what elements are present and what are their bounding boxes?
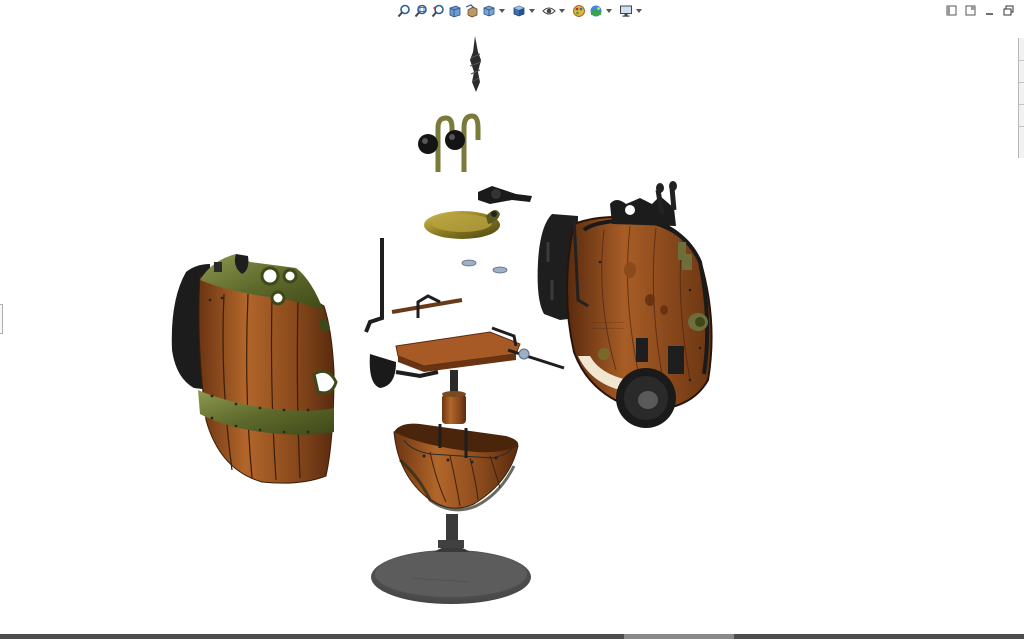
- section-view-icon[interactable]: [447, 3, 463, 19]
- svg-text:~~~~~~~~~~~~~~: ~~~~~~~~~~~~~~: [592, 320, 625, 325]
- edit-appearance-icon[interactable]: [571, 3, 587, 19]
- view-orientation-icon[interactable]: [481, 3, 497, 19]
- lower-hull[interactable]: [393, 423, 519, 512]
- hide-show-items-icon[interactable]: [541, 3, 557, 19]
- view-settings-dropdown-icon[interactable]: [635, 3, 642, 19]
- drill-bit[interactable]: [469, 36, 482, 92]
- zoom-to-area-icon[interactable]: [413, 3, 429, 19]
- washers[interactable]: [461, 259, 508, 274]
- zoom-to-fit-icon[interactable]: [396, 3, 412, 19]
- tile-window-icon[interactable]: [964, 4, 976, 16]
- display-style-icon[interactable]: [511, 3, 527, 19]
- left-hull-shell[interactable]: [171, 254, 338, 484]
- hatch-cover[interactable]: [424, 209, 500, 239]
- heads-up-view-toolbar: [396, 2, 642, 20]
- hide-show-items-dropdown-icon[interactable]: [558, 3, 565, 19]
- handle-pair[interactable]: [418, 113, 481, 172]
- control-rod[interactable]: [364, 238, 384, 333]
- previous-view-icon[interactable]: [430, 3, 446, 19]
- right-hull-shell[interactable]: ~~~~~~~~~~~~~~ ~~~~~~~~~~~~~~: [537, 181, 713, 428]
- restore-pane-icon[interactable]: [945, 4, 957, 16]
- seat-assembly[interactable]: [369, 294, 565, 424]
- dynamic-annotation-views-icon[interactable]: [464, 3, 480, 19]
- graphics-area[interactable]: ~~~~~~~~~~~~~~~~ ~~~~~~~~~~~~~~ ~~~~~~~~…: [0, 22, 1024, 634]
- status-bar: [0, 634, 1024, 639]
- apply-scene-dropdown-icon[interactable]: [605, 3, 612, 19]
- window-controls: [945, 4, 1014, 16]
- display-style-dropdown-icon[interactable]: [528, 3, 535, 19]
- lever-arm[interactable]: [478, 186, 532, 204]
- view-settings-icon[interactable]: [618, 3, 634, 19]
- view-orientation-dropdown-icon[interactable]: [498, 3, 505, 19]
- minimize-icon[interactable]: [983, 4, 995, 16]
- svg-text:~~~~~~~~~~~~~~: ~~~~~~~~~~~~~~: [592, 326, 625, 331]
- status-bar-segment: [624, 634, 734, 639]
- display-stand[interactable]: ~~~~~~~~~~~~~~~~: [371, 514, 531, 604]
- maximize-icon[interactable]: [1002, 4, 1014, 16]
- apply-scene-icon[interactable]: [588, 3, 604, 19]
